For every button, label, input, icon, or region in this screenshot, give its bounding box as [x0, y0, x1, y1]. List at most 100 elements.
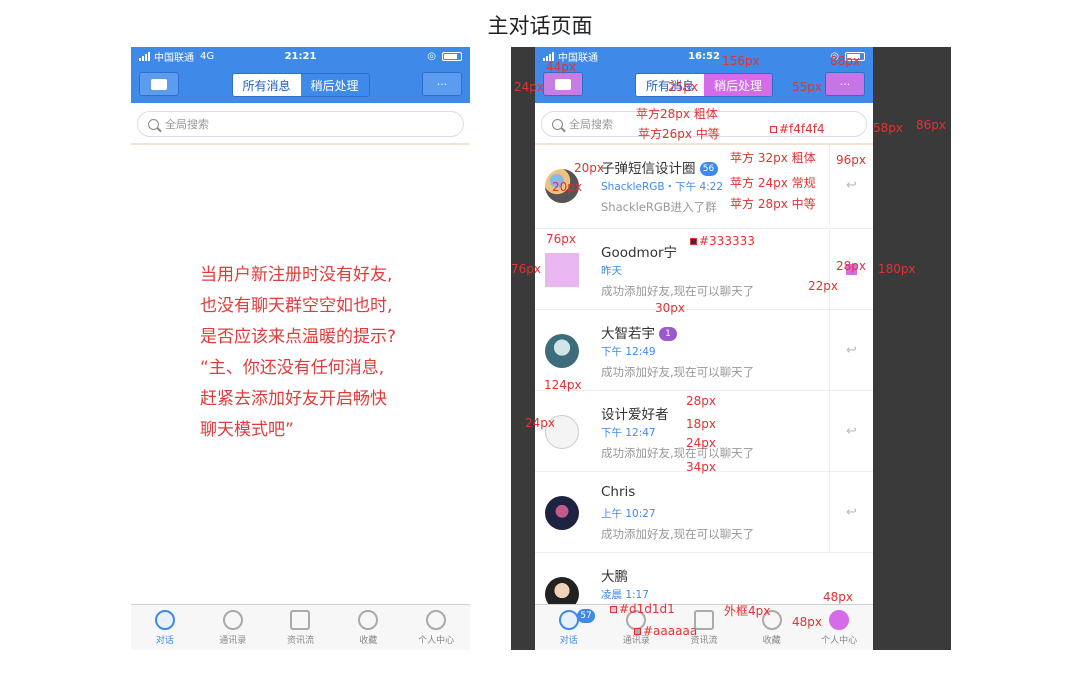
tab-chat[interactable]: 对话: [131, 605, 199, 650]
hint-line: “主、你还没有任何消息,: [200, 358, 385, 378]
annotation-text: #d1d1d1: [619, 602, 675, 616]
annotation: 76px: [511, 262, 541, 276]
chat-time: 下午 12:47: [601, 427, 656, 439]
annotation: 苹方26px 中等: [638, 127, 720, 141]
tab-label: 个人中心: [821, 635, 858, 646]
annotation: 20px: [574, 161, 604, 175]
tab-favorites[interactable]: 收藏: [334, 605, 402, 650]
chat-name-text: 大智若宇: [601, 326, 655, 342]
battery-icon: [442, 51, 462, 61]
annotation: 55px: [792, 80, 822, 94]
chat-row[interactable]: Chris 上午 10:27 成功添加好友,现在可以聊天了 ↩: [535, 472, 873, 553]
profile-icon: [829, 609, 850, 630]
annotation: 180px: [878, 262, 916, 276]
search-placeholder: 全局搜索: [569, 118, 613, 131]
tab-badge: 57: [577, 609, 595, 623]
empty-state-hint: 当用户新注册时没有好友, 也没有聊天群空空如也时, 是否应该来点温暖的提示? “…: [200, 260, 396, 446]
lock-rotation-icon: ◎: [427, 50, 436, 62]
chat-time: 昨天: [601, 265, 622, 277]
tab-all-messages[interactable]: 所有消息: [232, 74, 301, 96]
annotation: 24px: [514, 80, 544, 94]
favorites-icon: [358, 609, 379, 630]
annotation: 苹方28px 粗体: [636, 107, 718, 121]
annotation: 86px: [916, 118, 946, 132]
tab-label: 对话: [155, 635, 174, 646]
contact-card-icon: [555, 78, 571, 90]
annotation: 76px: [546, 232, 576, 246]
chat-name: Goodmor宁: [601, 245, 678, 261]
status-bar: 中国联通 4G 21:21 ◎: [131, 47, 470, 65]
chat-preview: 成功添加好友,现在可以聊天了: [601, 284, 755, 298]
annotation-text: #333333: [699, 234, 755, 248]
hint-line: 也没有聊天群空空如也时,: [200, 296, 393, 316]
tab-feed[interactable]: 资讯流: [267, 605, 335, 650]
hint-line: 当用户新注册时没有好友,: [200, 265, 393, 285]
chat-icon: [558, 609, 579, 630]
contacts-icon: [222, 609, 243, 630]
nav-bar: 所有消息 稍后处理 ···: [131, 65, 470, 103]
chat-time: 下午 12:49: [601, 346, 656, 358]
unread-badge: 56: [699, 162, 718, 176]
contact-card-button[interactable]: [139, 72, 179, 96]
annotation: 58px: [873, 121, 903, 135]
profile-icon: [426, 609, 447, 630]
more-button[interactable]: ···: [825, 72, 865, 96]
search-bar: 全局搜索: [131, 103, 470, 145]
chat-list: 子弹短信设计圈 56 ShackleRGB・下午 4:22 ShackleRGB进…: [535, 145, 873, 634]
message-tabs: 所有消息 稍后处理: [634, 73, 774, 97]
color-swatch: [770, 126, 777, 133]
network-type: 4G: [200, 50, 215, 62]
contact-card-button[interactable]: [543, 72, 583, 96]
annotation: 苹方 32px 粗体: [730, 151, 816, 165]
color-swatch: [610, 606, 617, 613]
search-icon: [148, 118, 159, 130]
annotation: 22px: [808, 279, 838, 293]
annotation: #d1d1d1: [610, 602, 675, 616]
annotation: 88px: [830, 54, 860, 68]
reply-icon[interactable]: ↩: [829, 472, 873, 552]
annotation: #f4f4f4: [770, 122, 825, 136]
reply-icon[interactable]: ↩: [829, 391, 873, 471]
chat-preview: 成功添加好友,现在可以聊天了: [601, 446, 755, 460]
user-avatar: [545, 496, 579, 530]
search-placeholder: 全局搜索: [165, 118, 209, 131]
tab-profile[interactable]: 个人中心: [402, 605, 470, 650]
tab-label: 个人中心: [418, 635, 455, 646]
chat-row[interactable]: 子弹短信设计圈 56 ShackleRGB・下午 4:22 ShackleRGB进…: [535, 145, 873, 229]
tab-contacts[interactable]: 通讯录: [199, 605, 267, 650]
tab-label: 资讯流: [286, 635, 314, 646]
contact-card-icon: [151, 78, 167, 90]
annotation: 48px: [823, 590, 853, 604]
chat-time: ShackleRGB・下午 4:22: [601, 181, 724, 193]
user-avatar: [545, 253, 579, 287]
status-time: 21:21: [284, 50, 317, 62]
chat-name: Chris: [601, 484, 636, 500]
annotation: #aaaaaa: [634, 624, 697, 638]
annotation: 苹方 28px 中等: [730, 197, 816, 211]
chat-name: 设计爱好者: [601, 407, 669, 423]
tab-later[interactable]: 稍后处理: [704, 74, 773, 96]
status-time: 16:52: [688, 50, 720, 62]
annotation: 18px: [686, 417, 716, 431]
color-swatch: [690, 238, 697, 245]
search-input[interactable]: 全局搜索: [137, 111, 464, 137]
chat-row[interactable]: 大智若宇 1 下午 12:49 成功添加好友,现在可以聊天了 ↩: [535, 310, 873, 391]
chat-name: 子弹短信设计圈 56: [601, 157, 718, 177]
more-button[interactable]: ···: [422, 72, 462, 96]
annotation: 48px: [792, 615, 822, 629]
annotation: 外框4px: [724, 604, 771, 618]
tab-bar: 57 对话 通讯录 资讯流 收藏 个人中心: [535, 604, 873, 650]
signal-icon: [139, 51, 150, 61]
reply-icon[interactable]: ↩: [829, 310, 873, 390]
tab-label: 收藏: [359, 635, 378, 646]
message-tabs: 所有消息 稍后处理: [231, 73, 370, 97]
unread-badge: 1: [659, 327, 677, 341]
tab-bar: 对话 通讯录 资讯流 收藏 个人中心: [131, 604, 470, 650]
annotation: 30px: [655, 301, 685, 315]
status-bar: 中国联通 16:52 ◎: [535, 47, 873, 65]
annotation: 24px: [525, 416, 555, 430]
tab-later[interactable]: 稍后处理: [301, 74, 369, 96]
hint-line: 是否应该来点温暖的提示?: [200, 327, 397, 347]
tab-chat[interactable]: 57 对话: [535, 605, 603, 650]
annotation: 44px: [546, 60, 576, 74]
